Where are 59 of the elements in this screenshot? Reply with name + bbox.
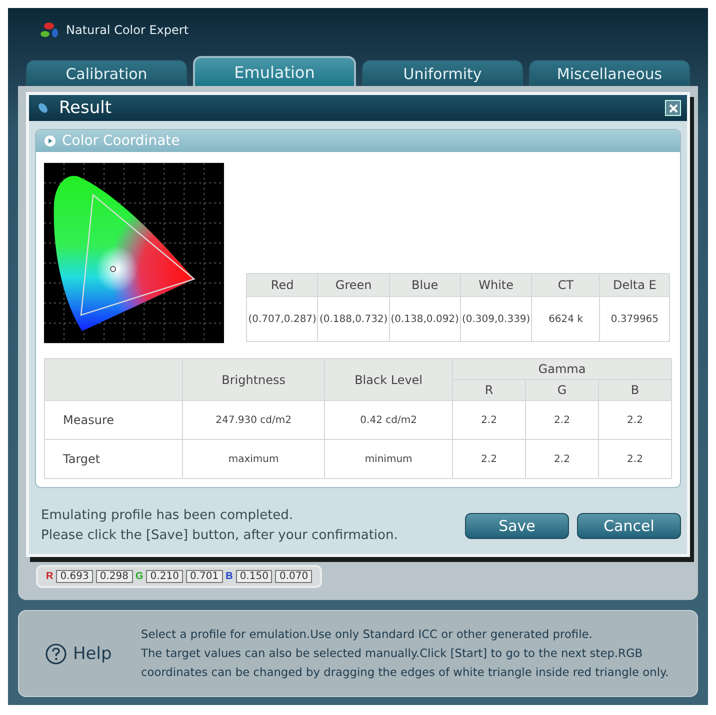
- table-cell: 2.2: [452, 400, 526, 440]
- table-cell: maximum: [182, 440, 325, 478]
- table-cell: 6624 k: [532, 296, 600, 342]
- table-cell: 2.2: [452, 440, 526, 478]
- help-text: Select a profile for emulation.Use only Standard ICC or other generated profile.: [141, 626, 594, 643]
- table-cell: 2.2: [526, 400, 598, 440]
- section-title: Color Coordinate: [62, 133, 180, 149]
- table-cell: 2.2: [598, 440, 672, 478]
- column-header: Green: [318, 274, 390, 296]
- column-header: R: [452, 380, 526, 400]
- coordinate-value: 0.150: [236, 570, 272, 583]
- column-header: Brightness: [182, 358, 325, 400]
- table-cell: 2.2: [526, 440, 598, 478]
- help-label: Help: [73, 644, 112, 664]
- coordinate-value: 0.298: [96, 570, 133, 583]
- column-header: Blue: [389, 274, 460, 296]
- table-cell: 2.2: [598, 400, 672, 440]
- column-header: White: [460, 274, 532, 296]
- feather-icon: [37, 102, 49, 114]
- dialog-button[interactable]: Cancel: [577, 513, 681, 539]
- column-header: Gamma: [452, 358, 672, 380]
- table-cell: 0.379965: [600, 296, 670, 342]
- help-text: The target values can also be selected manually.Click [Start] to go to the next step.RGB: [141, 645, 644, 662]
- dialog-button[interactable]: Save: [465, 513, 569, 539]
- column-header: G: [526, 380, 598, 400]
- coordinate-value: 0.210: [146, 570, 183, 583]
- close-button[interactable]: [665, 100, 681, 116]
- message-text: Please click the [Save] button, after your confirmation.: [41, 527, 399, 545]
- column-header: Delta E: [600, 274, 670, 296]
- play-circle-icon: [44, 135, 56, 147]
- message-text: Emulating profile has been completed.: [41, 507, 294, 525]
- table-cell: (0.138,0.092): [389, 296, 460, 342]
- coordinate-value: 0.070: [275, 570, 312, 583]
- column-header: CT: [532, 274, 600, 296]
- tab[interactable]: Emulation: [193, 56, 356, 86]
- help-text: coordinates can be changed by dragging the edges of white triangle inside red triangle only.: [141, 664, 669, 681]
- table-cell: (0.309,0.339): [460, 296, 532, 342]
- table-cell: 0.42 cd/m2: [324, 400, 452, 440]
- row-label: Target: [44, 440, 182, 478]
- coordinate-value: 0.701: [186, 570, 223, 583]
- row-label: Measure: [44, 400, 182, 440]
- table-cell: minimum: [324, 440, 452, 478]
- question-circle-icon: [45, 642, 67, 664]
- channel-label: G: [136, 571, 144, 582]
- channel-label: B: [226, 571, 233, 582]
- close-icon: [668, 104, 678, 112]
- table-cell: (0.707,0.287): [246, 296, 318, 342]
- column-header: Black Level: [324, 358, 452, 400]
- tab[interactable]: Calibration: [26, 60, 187, 86]
- coordinate-value: 0.693: [56, 570, 93, 583]
- channel-label: R: [46, 571, 54, 582]
- column-header: B: [598, 380, 672, 400]
- tab[interactable]: Miscellaneous: [529, 60, 690, 86]
- table-cell: 247.930 cd/m2: [182, 400, 325, 440]
- tab[interactable]: Uniformity: [362, 60, 523, 86]
- dialog-title: Result: [59, 98, 113, 118]
- app-title: Natural Color Expert: [66, 23, 189, 37]
- column-header: Red: [246, 274, 318, 296]
- table-cell: (0.188,0.732): [318, 296, 390, 342]
